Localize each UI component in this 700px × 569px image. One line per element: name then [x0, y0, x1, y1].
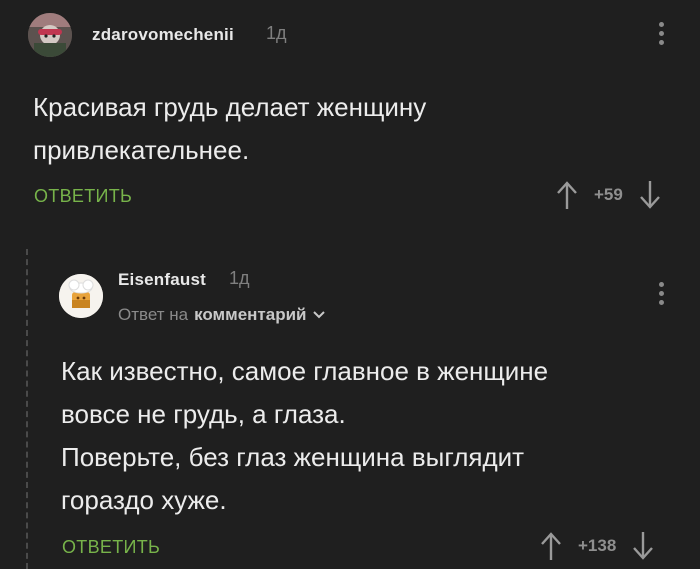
comment-time: 1д: [229, 268, 250, 288]
comment-text: Красивая грудь делает женщину привлекате…: [33, 86, 426, 172]
chevron-down-icon[interactable]: [312, 310, 326, 320]
comment-text-line: гораздо хуже.: [61, 485, 227, 515]
rating-count: +138: [578, 536, 617, 555]
downvote-icon[interactable]: [639, 180, 661, 210]
comment-text-line: Поверьте, без глаз женщина выглядит: [61, 442, 525, 472]
comment-text-line: вовсе не грудь, а глаза.: [61, 399, 346, 429]
avatar[interactable]: [59, 274, 103, 318]
reply-to-label: Ответ на комментарий: [118, 305, 326, 325]
reply-to-prefix: Ответ на: [118, 305, 189, 324]
reply-button[interactable]: ОТВЕТИТЬ: [62, 537, 160, 558]
reply-button[interactable]: ОТВЕТИТЬ: [34, 186, 132, 207]
username[interactable]: Eisenfaust: [118, 270, 206, 290]
reply-to-link[interactable]: комментарий: [194, 305, 306, 325]
upvote-icon[interactable]: [540, 531, 562, 561]
rating-count: +59: [594, 185, 623, 204]
more-options-icon[interactable]: [656, 282, 666, 305]
user-avatar-icon: [28, 13, 72, 57]
upvote-icon[interactable]: [556, 180, 578, 210]
downvote-icon[interactable]: [632, 531, 654, 561]
avatar[interactable]: [28, 13, 72, 57]
comment-text-line: привлекательнее.: [33, 135, 250, 165]
comment-text-line: Как известно, самое главное в женщине: [61, 356, 549, 386]
thread-line: [26, 249, 28, 569]
vote-controls: +138: [540, 531, 654, 561]
username[interactable]: zdarovomechenii: [92, 25, 234, 45]
vote-controls: +59: [556, 180, 661, 210]
more-options-icon[interactable]: [656, 22, 666, 45]
comment-time: 1д: [266, 23, 287, 43]
user-avatar-icon: [59, 274, 103, 318]
comment-text: Как известно, самое главное в женщине во…: [61, 350, 548, 522]
comment-text-line: Красивая грудь делает женщину: [33, 92, 427, 122]
